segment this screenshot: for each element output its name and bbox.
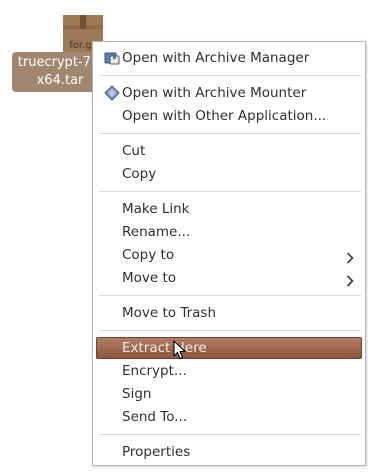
menu-item-label: Properties [122, 444, 191, 460]
menu-item-make-link[interactable]: Make Link [96, 198, 362, 220]
mouse-pointer-icon [173, 340, 187, 360]
archive-mounter-icon [104, 85, 120, 101]
menu-item-open-other-application[interactable]: Open with Other Application... [96, 105, 362, 127]
submenu-arrow-icon [346, 272, 354, 287]
menu-item-sign[interactable]: Sign [96, 383, 362, 405]
menu-separator [99, 75, 361, 76]
menu-item-encrypt[interactable]: Encrypt... [96, 360, 362, 382]
menu-separator [99, 191, 361, 192]
menu-item-label: Copy [122, 166, 157, 182]
menu-item-label: Rename... [122, 224, 191, 240]
menu-separator [99, 295, 361, 296]
menu-separator [99, 133, 361, 134]
menu-separator [99, 330, 361, 331]
menu-item-label: Open with Archive Manager [122, 50, 310, 66]
menu-item-copy[interactable]: Copy [96, 163, 362, 185]
menu-item-label: Cut [122, 143, 146, 159]
menu-item-rename[interactable]: Rename... [96, 221, 362, 243]
menu-item-send-to[interactable]: Send To... [96, 406, 362, 428]
menu-item-label: Sign [122, 386, 152, 402]
menu-item-label: Copy to [122, 247, 175, 263]
menu-item-label: Move to [122, 270, 177, 286]
menu-item-label: Move to Trash [122, 305, 217, 321]
menu-separator [99, 434, 361, 435]
menu-item-label: Extract Here [122, 340, 207, 356]
archive-manager-icon [104, 50, 120, 66]
menu-item-label: Send To... [122, 409, 188, 425]
menu-item-label: Open with Archive Mounter [122, 85, 307, 101]
menu-item-cut[interactable]: Cut [96, 140, 362, 162]
menu-item-open-archive-mounter[interactable]: Open with Archive Mounter [96, 82, 362, 104]
menu-item-move-to[interactable]: Move to [96, 267, 362, 289]
context-menu: Open with Archive Manager Open with Arch… [92, 41, 366, 466]
menu-item-move-to-trash[interactable]: Move to Trash [96, 302, 362, 324]
menu-item-properties[interactable]: Properties [96, 441, 362, 463]
menu-item-label: Encrypt... [122, 363, 187, 379]
menu-item-label: Make Link [122, 201, 190, 217]
menu-item-label: Open with Other Application... [122, 108, 327, 124]
menu-item-extract-here[interactable]: Extract Here [96, 337, 362, 360]
menu-item-open-archive-manager[interactable]: Open with Archive Manager [96, 47, 362, 69]
submenu-arrow-icon [346, 249, 354, 264]
menu-item-copy-to[interactable]: Copy to [96, 244, 362, 266]
